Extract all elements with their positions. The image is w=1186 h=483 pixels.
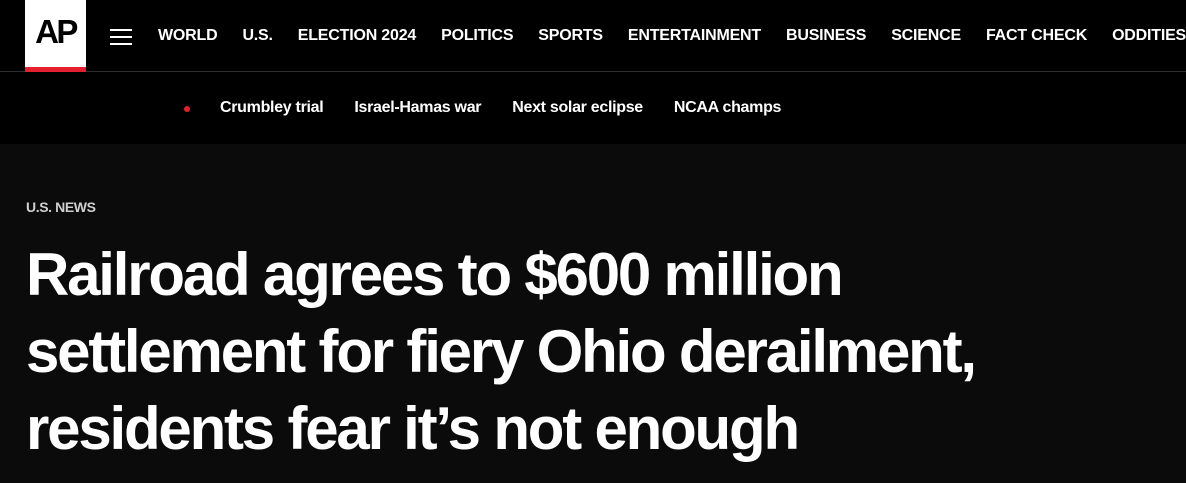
nav-item-oddities[interactable]: ODDITIES (1112, 27, 1186, 45)
article-headline: Railroad agrees to $600 million settleme… (26, 236, 1176, 467)
headline-line: settlement for fiery Ohio derailment, (26, 318, 977, 385)
menu-line (110, 43, 132, 45)
nav-item-world[interactable]: WORLD (158, 27, 218, 45)
section-label[interactable]: U.S. NEWS (26, 199, 96, 215)
menu-line (110, 29, 132, 31)
nav-item-sports[interactable]: SPORTS (538, 27, 603, 45)
logo-text: AP (35, 13, 78, 50)
main-nav: WORLD U.S. ELECTION 2024 POLITICS SPORTS… (158, 0, 1186, 72)
nav-item-election-2024[interactable]: ELECTION 2024 (298, 27, 417, 45)
headline-line: Railroad agrees to $600 million (26, 241, 844, 308)
hamburger-menu-icon[interactable] (110, 26, 134, 46)
page: AP WORLD U.S. ELECTION 2024 POLITICS SPO… (0, 0, 1186, 483)
trending-item-ncaa-champs[interactable]: NCAA champs (674, 99, 782, 117)
nav-item-politics[interactable]: POLITICS (441, 27, 513, 45)
red-dot-icon (184, 106, 190, 112)
nav-item-fact-check[interactable]: FACT CHECK (986, 27, 1087, 45)
headline-line: residents fear it’s not enough (26, 395, 800, 462)
trending-list: Crumbley trial Israel-Hamas war Next sol… (220, 72, 812, 144)
top-navigation-bar: AP WORLD U.S. ELECTION 2024 POLITICS SPO… (0, 0, 1186, 72)
trending-item-next-solar-eclipse[interactable]: Next solar eclipse (512, 99, 643, 117)
ap-logo[interactable]: AP (25, 0, 86, 72)
menu-line (110, 36, 132, 38)
trending-item-israel-hamas-war[interactable]: Israel-Hamas war (354, 99, 481, 117)
nav-item-science[interactable]: SCIENCE (891, 27, 961, 45)
trending-item-crumbley-trial[interactable]: Crumbley trial (220, 99, 324, 117)
nav-item-business[interactable]: BUSINESS (786, 27, 866, 45)
nav-item-us[interactable]: U.S. (242, 27, 273, 45)
nav-item-entertainment[interactable]: ENTERTAINMENT (628, 27, 761, 45)
